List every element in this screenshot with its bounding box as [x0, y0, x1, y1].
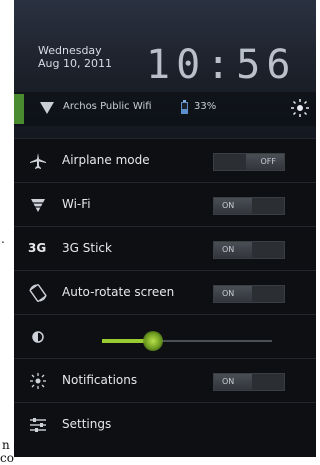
status-row[interactable]: Archos Public Wifi 33%	[14, 92, 316, 126]
weekday-label: Wednesday	[38, 44, 102, 57]
auto-rotate-toggle[interactable]: ON	[213, 285, 285, 303]
clock: 10:56	[146, 42, 297, 88]
wifi-label: Wi-Fi	[62, 197, 91, 211]
background-page-text: n	[2, 438, 10, 452]
brightness-row[interactable]	[14, 314, 316, 359]
wifi-toggle[interactable]: ON	[213, 197, 285, 215]
3g-icon: 3G	[28, 241, 47, 255]
quick-settings-panel: Wednesday Aug 10, 2011 10:56 Archos Publ…	[14, 0, 316, 457]
airplane-mode-label: Airplane mode	[62, 153, 150, 167]
notifications-row[interactable]: Notifications ON	[14, 358, 316, 403]
battery-percentage: 33%	[194, 101, 217, 112]
brightness-slider-thumb[interactable]	[143, 331, 163, 351]
toggle-state: ON	[214, 242, 252, 258]
toggle-state: ON	[214, 374, 252, 390]
settings-row[interactable]: Settings	[14, 402, 316, 447]
wifi-icon	[31, 199, 45, 212]
background-page-text: .	[1, 232, 5, 246]
3g-stick-row[interactable]: 3G 3G Stick ON	[14, 226, 316, 271]
3g-stick-label: 3G Stick	[62, 241, 112, 255]
toggle-state: OFF	[246, 154, 284, 170]
brightness-contrast-icon	[32, 331, 44, 343]
airplane-mode-toggle[interactable]: OFF	[213, 153, 285, 171]
airplane-icon	[30, 153, 46, 169]
auto-rotate-row[interactable]: Auto-rotate screen ON	[14, 270, 316, 315]
date-label: Aug 10, 2011	[38, 57, 112, 70]
toggle-state: ON	[214, 286, 252, 302]
wifi-row[interactable]: Wi-Fi ON	[14, 182, 316, 227]
notifications-label: Notifications	[62, 373, 138, 387]
brightness-icon[interactable]	[290, 98, 310, 118]
notification-header: Wednesday Aug 10, 2011 10:56 Archos Publ…	[14, 0, 316, 138]
date-display: Wednesday Aug 10, 2011	[38, 44, 112, 70]
background-page-text: co	[0, 451, 14, 465]
wifi-signal-icon	[40, 102, 54, 114]
notifications-icon	[30, 373, 46, 389]
3g-stick-toggle[interactable]: ON	[213, 241, 285, 259]
settings-label: Settings	[62, 417, 112, 431]
airplane-mode-row[interactable]: Airplane mode OFF	[14, 138, 316, 183]
app-tab-edge	[14, 94, 24, 124]
notifications-toggle[interactable]: ON	[213, 373, 285, 391]
auto-rotate-label: Auto-rotate screen	[62, 285, 175, 299]
settings-icon	[30, 418, 46, 432]
wifi-network-name: Archos Public Wifi	[63, 101, 152, 112]
toggle-state: ON	[214, 198, 252, 214]
battery-icon	[181, 100, 188, 114]
rotate-icon	[29, 284, 47, 302]
